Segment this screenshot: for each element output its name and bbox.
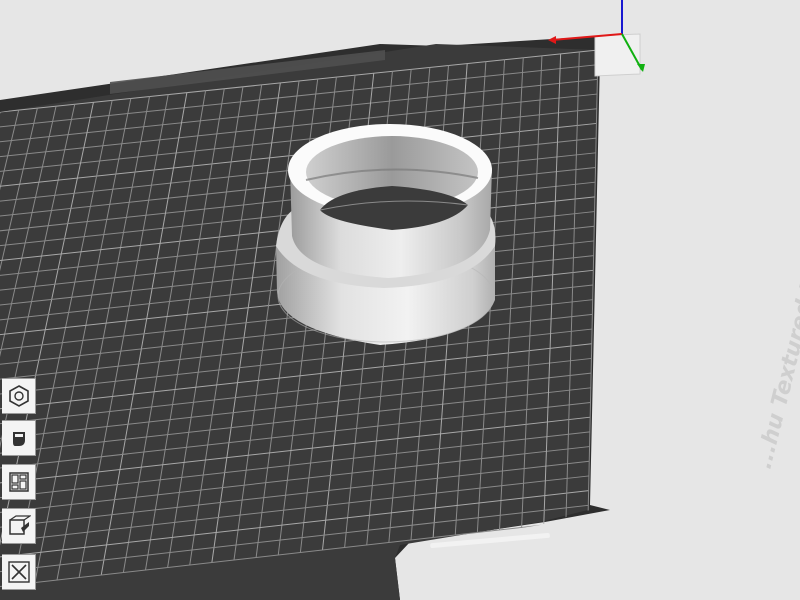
settings-tool-button[interactable] [2,378,36,414]
layout-tool-button[interactable] [2,464,36,500]
left-toolbar [0,378,40,600]
model-object[interactable] [276,124,496,345]
support-painting-tool-button[interactable] [2,420,36,456]
seam-painting-tool-button[interactable] [2,508,36,544]
3d-viewport[interactable]: ...hu Textured PEI Plate [0,0,800,600]
plate-name-label: ...hu Textured PEI Plate [752,182,800,471]
close-tool-button[interactable] [2,554,36,590]
